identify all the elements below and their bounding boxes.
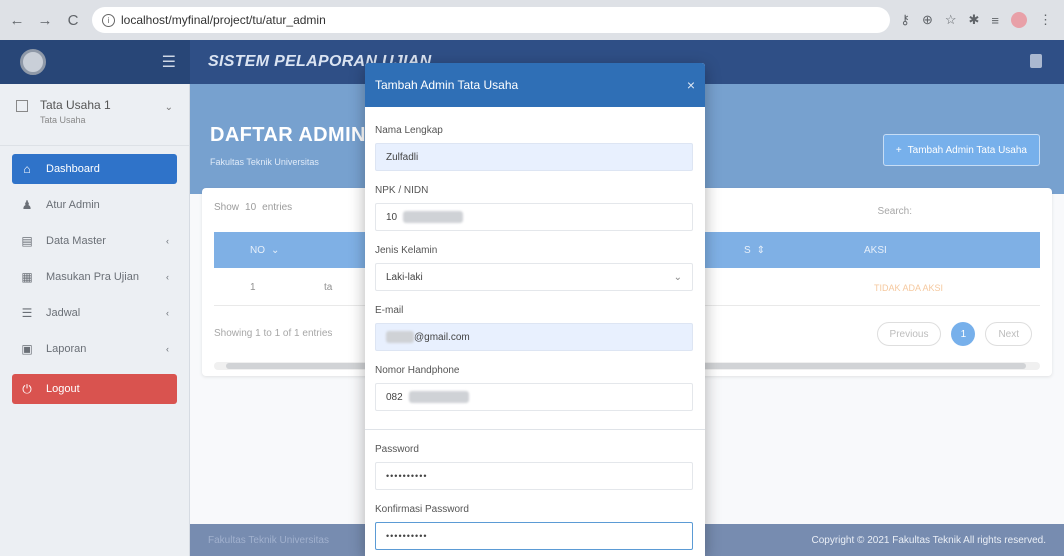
sidebar-item-label: Dashboard [46,163,100,175]
modal-header: Tambah Admin Tata Usaha × [365,63,705,107]
back-arrow-icon[interactable]: ← [8,11,26,29]
browser-toolbar: ← → C i localhost/myfinal/project/tu/atu… [0,0,1064,40]
forward-arrow-icon[interactable]: → [36,11,54,29]
sidebar-item-label: Data Master [46,235,106,247]
npk-label: NPK / NIDN [375,185,429,196]
redacted-mark [386,331,414,343]
sidebar-item-masukan-pra-ujian[interactable]: ▦ Masukan Pra Ujian ‹ [12,262,177,292]
report-icon: ▣ [21,342,33,356]
home-icon: ⌂ [23,162,31,176]
konfirmasi-password-field[interactable]: •••••••••• [375,522,693,550]
add-admin-modal: Tambah Admin Tata Usaha × Nama Lengkap Z… [365,63,705,556]
user-info: Tata Usaha 1 Tata Usaha [40,98,111,125]
user-icon: ♟ [21,198,33,212]
modal-title: Tambah Admin Tata Usaha [375,78,519,92]
email-value: @gmail.com [414,331,470,343]
url-text: localhost/myfinal/project/tu/atur_admin [121,13,326,27]
document-icon[interactable] [1030,54,1042,68]
user-avatar [16,100,28,112]
sidebar-item-label: Masukan Pra Ujian [46,271,139,283]
chevron-left-icon: ‹ [166,344,169,354]
menu-dots-icon[interactable]: ⋮ [1039,12,1052,28]
logout-button[interactable]: ⏻ Logout [12,374,177,404]
sidebar-item-jadwal[interactable]: ☰ Jadwal ‹ [12,298,177,328]
redacted-mark [408,391,469,403]
user-panel[interactable]: Tata Usaha 1 Tata Usaha ⌄ [0,84,189,146]
sidebar-item-label: Atur Admin [46,199,100,211]
sidebar: Tata Usaha 1 Tata Usaha ⌄ ⌂ Dashboard ♟ … [0,84,190,556]
reading-list-icon[interactable]: ≡ [991,13,999,28]
database-icon: ▤ [21,234,33,248]
nama-label: Nama Lengkap [375,125,443,136]
email-label: E-mail [375,305,404,316]
jenis-kelamin-select[interactable]: Laki-laki ⌄ [375,263,693,291]
konfirmasi-password-value: •••••••••• [386,531,428,541]
konfirmasi-password-label: Konfirmasi Password [375,504,469,515]
modal-form: Nama Lengkap Zulfadli NPK / NIDN 10 Jeni… [365,107,705,550]
sidebar-item-label: Laporan [46,343,87,355]
close-icon[interactable]: × [687,77,695,93]
chevron-left-icon: ‹ [166,308,169,318]
star-icon[interactable]: ☆ [945,12,957,28]
sidebar-item-atur-admin[interactable]: ♟ Atur Admin [12,190,177,220]
chevron-down-icon[interactable]: ⌄ [165,102,173,113]
power-icon: ⏻ [22,381,32,396]
chevron-left-icon: ‹ [166,272,169,282]
browser-actions: ⚷ ⊕ ☆ ✱ ≡ ⋮ [900,12,1056,28]
chevron-left-icon: ‹ [166,236,169,246]
redacted-mark [403,211,464,223]
chevron-down-icon: ⌄ [673,271,682,283]
npk-nidn-input[interactable]: 10 [375,203,693,231]
sidebar-item-data-master[interactable]: ▤ Data Master ‹ [12,226,177,256]
info-icon: i [102,13,115,27]
keyboard-icon: ▦ [21,270,33,284]
hamburger-icon[interactable]: ☰ [162,52,176,72]
key-icon[interactable]: ⚷ [900,12,910,28]
logout-label: Logout [46,383,80,395]
brand-area: ☰ [0,40,190,84]
sidebar-menu: ⌂ Dashboard ♟ Atur Admin ▤ Data Master ‹… [0,146,189,418]
sidebar-item-label: Jadwal [46,307,81,319]
list-icon: ☰ [21,306,33,320]
jenis-kelamin-label: Jenis Kelamin [375,245,438,256]
jenis-kelamin-value: Laki-laki [386,271,423,283]
extensions-icon[interactable]: ✱ [969,12,980,28]
nomor-handphone-label: Nomor Handphone [375,365,460,376]
hp-value: 082 [386,391,403,403]
nomor-handphone-input[interactable]: 082 [375,383,693,411]
address-bar[interactable]: i localhost/myfinal/project/tu/atur_admi… [92,7,891,33]
sidebar-item-laporan[interactable]: ▣ Laporan ‹ [12,334,177,364]
user-name: Tata Usaha 1 [40,98,111,112]
nama-value: Zulfadli [386,151,419,163]
password-field[interactable]: •••••••••• [375,462,693,490]
profile-avatar[interactable] [1011,12,1027,28]
nama-lengkap-input[interactable]: Zulfadli [375,143,693,171]
user-role: Tata Usaha [40,115,86,125]
reload-icon[interactable]: C [64,11,82,29]
divider [365,429,705,430]
password-value: •••••••••• [386,471,428,481]
university-logo [20,49,46,75]
password-label: Password [375,444,419,455]
email-field[interactable]: @gmail.com [375,323,693,351]
zoom-icon[interactable]: ⊕ [922,12,933,28]
npk-value: 10 [386,211,398,223]
sidebar-item-dashboard[interactable]: ⌂ Dashboard [12,154,177,184]
